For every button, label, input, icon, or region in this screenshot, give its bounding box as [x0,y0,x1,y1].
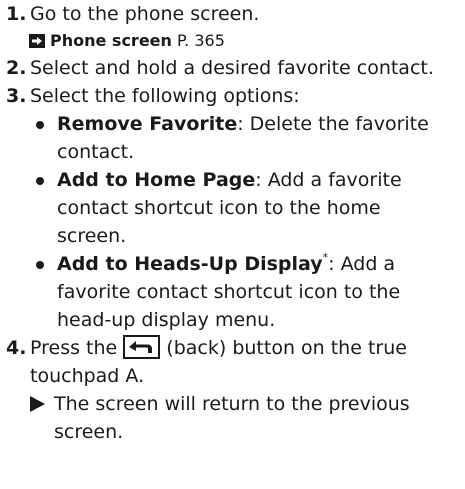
bullet-dot-icon [36,177,44,185]
arrow-right-box-icon [29,34,45,48]
step-text-after: (back) button on the true [160,337,407,359]
phone-screen-reference[interactable]: Phone screen P. 365 [6,29,462,53]
step-number: 2. [6,57,27,79]
asterisk-note: * [322,251,329,264]
option-desc-line2: contact shortcut icon to the home [57,197,381,219]
step-4-result: The screen will return to the previous s… [6,390,462,446]
option-desc-line3: head-up display menu. [57,309,276,331]
option-name: Add to Heads-Up Display [57,253,323,275]
reference-title: Phone screen [50,31,172,50]
option-desc: : Delete the favorite [237,113,429,135]
option-desc-line2: favorite contact shortcut icon to the [57,281,401,303]
step-text-line2: touchpad A. [30,365,145,387]
option-name: Add to Home Page [57,169,256,191]
step-number: 1. [6,3,27,25]
step-text: Select and hold a desired favorite conta… [30,57,434,79]
back-arrow-icon [123,334,161,359]
result-text-line2: screen. [54,421,124,443]
option-remove-favorite: Remove Favorite: Delete the favorite con… [6,110,462,166]
triangle-right-icon [30,396,45,412]
step-3: 3. Select the following options: [6,82,462,110]
result-text: The screen will return to the previous [54,393,410,415]
step-text: Press the [30,337,124,359]
step-text: Select the following options: [30,85,300,107]
step-2: 2. Select and hold a desired favorite co… [6,54,462,82]
bullet-dot-icon [36,121,44,129]
step-text: Go to the phone screen. [30,3,260,25]
option-add-to-home-page: Add to Home Page: Add a favorite contact… [6,166,462,250]
step-4: 4. Press the (back) button on the true t… [6,334,462,390]
option-desc: : Add a [328,253,396,275]
option-desc: : Add a favorite [255,169,402,191]
reference-page: P. 365 [171,31,225,50]
instruction-page: 1. Go to the phone screen. Phone screen … [6,0,462,446]
option-desc-line3: screen. [57,225,127,247]
option-name: Remove Favorite [57,113,238,135]
step-number: 3. [6,85,27,107]
step-number: 4. [6,337,27,359]
step-1: 1. Go to the phone screen. [6,0,462,28]
option-add-to-heads-up-display: Add to Heads-Up Display*: Add a favorite… [6,250,462,334]
option-desc-line2: contact. [57,141,135,163]
bullet-dot-icon [36,261,44,269]
